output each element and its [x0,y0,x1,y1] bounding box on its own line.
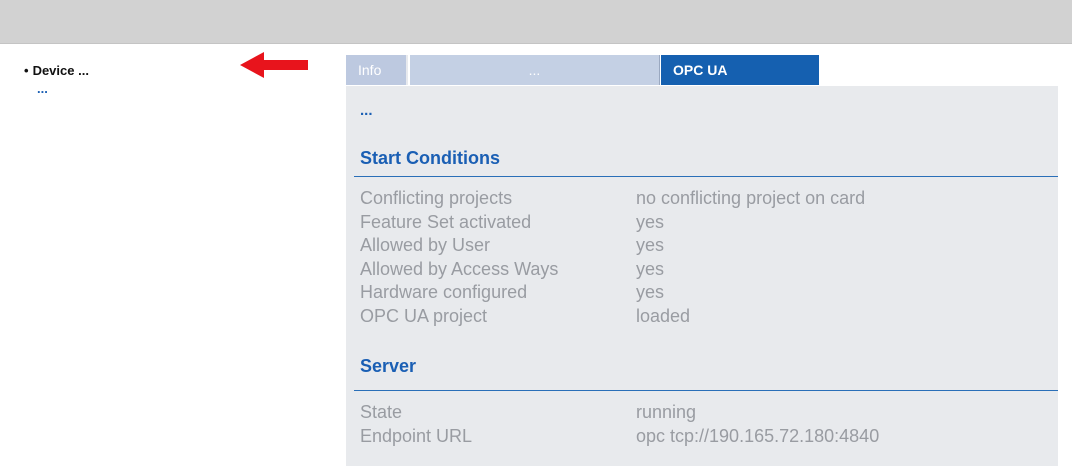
top-toolbar [0,0,1072,44]
section-divider [354,176,1058,177]
device-panel: Info ... OPC UA ... Start Conditions Con… [346,55,1058,466]
kv-value: yes [636,282,665,302]
tree-subitem[interactable]: ... [37,81,48,96]
kv-value: loaded [636,305,691,326]
server-list: State running Endpoint URL opc tcp://190.1… [360,401,879,448]
kv-value: yes [636,211,665,232]
kv-row: Feature Set activated yes [360,211,865,235]
kv-key: State [360,402,403,422]
section-divider [354,390,1058,391]
kv-value: yes [636,235,665,255]
kv-value: yes [636,258,665,279]
tab-bar: Info ... OPC UA [346,55,1058,86]
tree-item-device[interactable]: • Device ... [24,63,89,78]
left-arrow-icon [240,52,308,78]
kv-row: OPC UA project loaded [360,305,865,329]
kv-value: no conflicting project on card [636,188,866,208]
kv-row: Allowed by Access Ways yes [360,258,865,282]
kv-key: Feature Set activated [360,211,532,232]
tab-more[interactable]: ... [410,55,660,85]
kv-key: Allowed by User [360,235,491,255]
kv-row: Endpoint URL opc tcp://190.165.72.180:484… [360,425,879,449]
kv-key: Endpoint URL [360,425,473,446]
kv-value: running [636,402,697,422]
kv-row: Allowed by User yes [360,234,865,258]
kv-key: OPC UA project [360,305,488,326]
kv-key: Conflicting projects [360,188,513,208]
device-tree: • Device ... ... [0,43,330,466]
kv-key: Allowed by Access Ways [360,258,559,279]
kv-row: Hardware configured yes [360,281,865,305]
kv-row: State running [360,401,879,425]
tree-item-label: Device ... [32,63,89,78]
section-title-server: Server [360,356,417,376]
kv-row: Conflicting projects no conflicting proje… [360,187,865,211]
kv-value: opc tcp://190.165.72.180:4840 [636,425,880,446]
content-ellipsis: ... [360,102,373,119]
tab-opc-ua[interactable]: OPC UA [661,55,819,85]
kv-key: Hardware configured [360,282,528,302]
bullet-icon: • [24,63,29,78]
tab-info[interactable]: Info [346,55,408,85]
section-title-start-conditions: Start Conditions [360,148,500,168]
start-conditions-list: Conflicting projects no conflicting proje… [360,187,865,328]
tab-content: ... Start Conditions Conflicting project… [346,86,1058,466]
